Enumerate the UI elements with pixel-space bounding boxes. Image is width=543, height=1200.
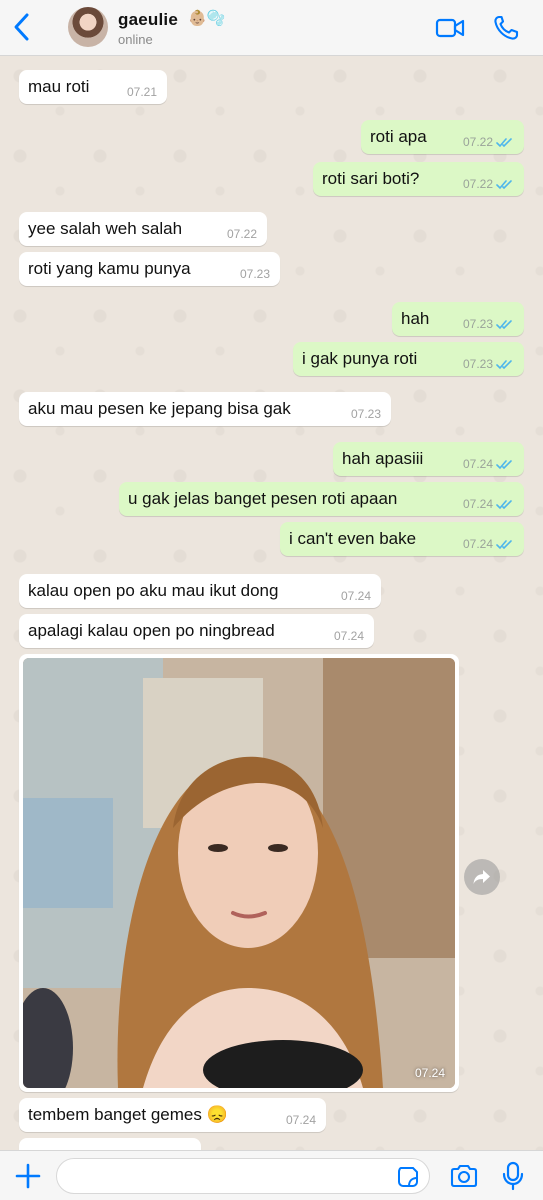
sticker-icon[interactable]: [396, 1165, 420, 1189]
message-text: yee salah weh salah: [28, 219, 183, 238]
read-receipt-icon: [496, 319, 512, 329]
message-text: roti yang kamu punya: [28, 259, 191, 278]
forward-button[interactable]: [464, 859, 500, 895]
message-text: mau roti: [28, 77, 90, 96]
message-text: hah apasiii: [342, 449, 424, 468]
message-incoming[interactable]: tembem banget gemes 😞 07.24: [19, 1098, 326, 1132]
message-text: roti sari boti?: [322, 169, 420, 188]
message-time: 07.22: [462, 135, 493, 149]
read-receipt-icon: [496, 359, 512, 369]
message-text: i can't even bake: [289, 529, 417, 548]
read-receipt-icon: [496, 179, 512, 189]
message-time: 07.24: [462, 457, 493, 471]
message-time: 07.23: [350, 407, 381, 421]
message-time: 07.23: [462, 357, 493, 371]
message-text: apalagi kalau open po ningbread: [28, 621, 275, 640]
message-text: roti apa: [370, 127, 427, 146]
message-time: 07.23: [462, 317, 493, 331]
message-incoming[interactable]: roti yang kamu punya 07.23: [19, 252, 280, 286]
read-receipt-icon: [496, 539, 512, 549]
message-composer: [0, 1150, 543, 1200]
message-outgoing[interactable]: roti sari boti? 07.22: [313, 162, 524, 196]
back-arrow-icon[interactable]: [10, 12, 34, 42]
message-time: 07.24: [285, 1113, 316, 1127]
video-call-icon[interactable]: [435, 14, 465, 42]
photo-image[interactable]: 07.24: [23, 658, 455, 1088]
read-receipt-icon: [496, 459, 512, 469]
photo-illustration: [23, 658, 455, 1088]
message-time: 07.24: [462, 537, 493, 551]
message-time: 07.24: [414, 1066, 445, 1080]
read-receipt-icon: [496, 499, 512, 509]
contact-name[interactable]: gaeulie: [118, 10, 178, 30]
message-input[interactable]: [56, 1158, 430, 1194]
message-time: 07.24: [340, 589, 371, 603]
message-incoming[interactable]: mau roti 07.21: [19, 70, 167, 104]
forward-arrow-icon: [473, 870, 490, 884]
message-text: hah: [401, 309, 430, 328]
message-incoming[interactable]: yee salah weh salah 07.22: [19, 212, 267, 246]
message-time: 07.24: [333, 629, 364, 643]
message-outgoing[interactable]: u gak jelas banget pesen roti apaan 07.2…: [119, 482, 524, 516]
message-outgoing[interactable]: roti apa 07.22: [361, 120, 524, 154]
contact-avatar[interactable]: [68, 7, 108, 47]
message-time: 07.22: [226, 227, 257, 241]
message-outgoing[interactable]: hah apasiii 07.24: [333, 442, 524, 476]
message-incoming-partial[interactable]: [19, 1138, 201, 1150]
contact-status: online: [118, 32, 153, 47]
message-time: 07.22: [462, 177, 493, 191]
message-incoming[interactable]: kalau open po aku mau ikut dong 07.24: [19, 574, 381, 608]
message-time: 07.23: [239, 267, 270, 281]
message-outgoing[interactable]: hah 07.23: [392, 302, 524, 336]
phone-call-icon[interactable]: [492, 14, 522, 42]
attach-plus-icon[interactable]: [14, 1162, 42, 1190]
chat-header: gaeulie 👶🏼🫧 online: [0, 0, 543, 56]
message-incoming[interactable]: apalagi kalau open po ningbread 07.24: [19, 614, 374, 648]
microphone-icon[interactable]: [502, 1161, 524, 1191]
message-text: u gak jelas banget pesen roti apaan: [128, 489, 398, 508]
message-text: kalau open po aku mau ikut dong: [28, 581, 279, 600]
message-outgoing[interactable]: i gak punya roti 07.23: [293, 342, 524, 376]
message-time: 07.21: [126, 85, 157, 99]
camera-icon[interactable]: [449, 1163, 479, 1189]
message-time: 07.24: [462, 497, 493, 511]
message-text: aku mau pesen ke jepang bisa gak: [28, 399, 291, 418]
contact-name-emoji: 👶🏼🫧: [188, 10, 226, 27]
photo-message[interactable]: 07.24: [19, 654, 459, 1092]
message-text: tembem banget gemes 😞: [28, 1105, 228, 1124]
chat-area[interactable]: mau roti 07.21 roti apa 07.22 roti sari …: [0, 56, 543, 1150]
message-incoming[interactable]: aku mau pesen ke jepang bisa gak 07.23: [19, 392, 391, 426]
read-receipt-icon: [496, 137, 512, 147]
message-text: i gak punya roti: [302, 349, 418, 368]
message-outgoing[interactable]: i can't even bake 07.24: [280, 522, 524, 556]
